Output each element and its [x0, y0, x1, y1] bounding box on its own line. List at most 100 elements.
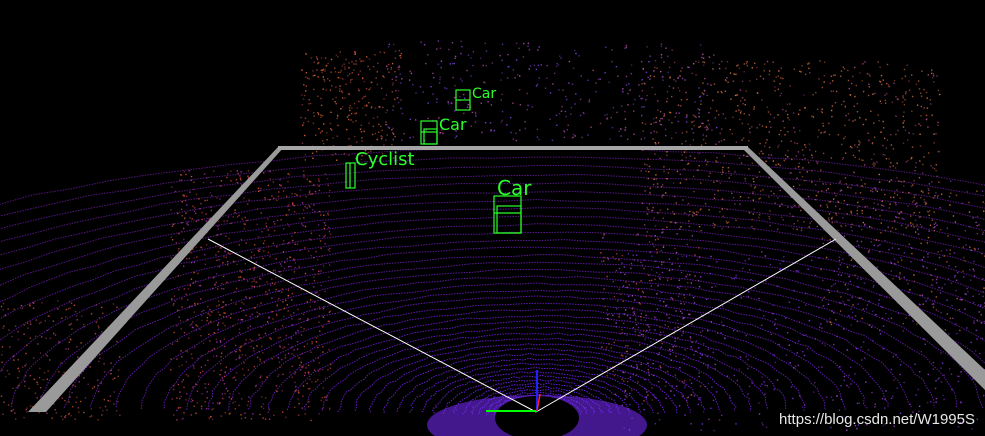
- lidar-point: [284, 354, 287, 356]
- lidar-point: [833, 192, 836, 194]
- lidar-point: [217, 250, 220, 253]
- lidar-point: [891, 227, 894, 229]
- lidar-point: [889, 203, 891, 205]
- lidar-point: [210, 206, 212, 208]
- lidar-point: [647, 362, 649, 364]
- lidar-point: [398, 49, 401, 52]
- lidar-point: [934, 222, 937, 224]
- lidar-point: [675, 112, 677, 114]
- detection-box-3[interactable]: [345, 162, 356, 189]
- lidar-point: [861, 80, 863, 82]
- lidar-point: [867, 132, 869, 134]
- lidar-point: [94, 333, 97, 335]
- lidar-point: [835, 205, 837, 207]
- lidar-point: [308, 205, 310, 207]
- lidar-point: [831, 310, 833, 312]
- lidar-point: [602, 237, 604, 239]
- lidar-point: [658, 273, 661, 276]
- lidar-point: [192, 205, 194, 207]
- lidar-point: [903, 111, 905, 113]
- lidar-point: [887, 318, 890, 320]
- lidar-scene[interactable]: [0, 0, 985, 436]
- lidar-point: [647, 158, 649, 160]
- lidar-point: [683, 297, 686, 299]
- lidar-point: [320, 284, 322, 287]
- lidar-point: [833, 270, 835, 272]
- lidar-point: [913, 199, 915, 202]
- lidar-point: [264, 199, 266, 201]
- lidar-point: [747, 123, 749, 125]
- lidar-point: [821, 190, 823, 192]
- lidar-point: [645, 314, 647, 317]
- lidar-point: [186, 195, 188, 198]
- lidar-point: [693, 302, 696, 304]
- lidar-point: [642, 130, 644, 132]
- lidar-point: [303, 313, 305, 315]
- lidar-point: [925, 300, 927, 302]
- lidar-point: [759, 197, 761, 199]
- lidar-point: [649, 55, 651, 57]
- lidar-point: [799, 171, 801, 174]
- lidar-point: [605, 348, 607, 350]
- lidar-point: [796, 228, 798, 231]
- lidar-point: [673, 394, 676, 397]
- lidar-point: [675, 202, 677, 204]
- lidar-point: [854, 119, 856, 121]
- lidar-point: [927, 236, 930, 239]
- lidar-point: [347, 92, 350, 95]
- detection-label-4: Car: [497, 176, 532, 200]
- lidar-point: [630, 64, 633, 66]
- lidar-point: [335, 86, 337, 88]
- lidar-point: [720, 332, 722, 334]
- lidar-point: [644, 319, 646, 322]
- lidar-point: [954, 276, 956, 278]
- lidar-point: [491, 62, 493, 64]
- scan-ring: [0, 146, 985, 205]
- lidar-point: [769, 224, 771, 227]
- lidar-point: [606, 309, 609, 311]
- lidar-point: [329, 80, 331, 82]
- lidar-point: [180, 174, 182, 176]
- lidar-point: [264, 197, 266, 199]
- lidar-point: [978, 293, 980, 295]
- lidar-point: [709, 272, 712, 275]
- lidar-point: [653, 394, 655, 396]
- lidar-point: [895, 228, 897, 230]
- lidar-point: [704, 126, 706, 129]
- lidar-point: [843, 328, 845, 330]
- lidar-point: [858, 150, 860, 152]
- lidar-point: [177, 250, 180, 252]
- detection-box-2[interactable]: [420, 120, 438, 145]
- lidar-point: [830, 285, 833, 288]
- lidar-point: [708, 265, 710, 267]
- lidar-point: [636, 234, 638, 237]
- point-cloud-viewer[interactable]: Car Car Cyclist Car https://blog.csdn.ne…: [0, 0, 985, 436]
- lidar-point: [871, 190, 874, 193]
- lidar-point: [291, 192, 293, 195]
- lidar-point: [863, 282, 866, 284]
- lidar-point: [677, 286, 679, 288]
- lidar-point: [934, 195, 936, 197]
- lidar-point: [912, 223, 914, 225]
- lidar-point: [792, 185, 795, 188]
- lidar-point: [436, 101, 438, 103]
- lidar-point: [666, 279, 669, 281]
- lidar-point: [3, 401, 5, 403]
- lidar-point: [698, 165, 700, 167]
- lidar-point: [885, 312, 887, 315]
- lidar-point: [893, 196, 895, 199]
- lidar-point: [184, 199, 187, 202]
- lidar-point: [940, 250, 943, 252]
- lidar-point: [238, 392, 240, 395]
- lidar-point: [197, 219, 199, 221]
- lidar-point: [206, 317, 209, 319]
- lidar-point: [684, 79, 686, 81]
- lidar-point: [756, 66, 758, 69]
- lidar-point: [911, 95, 914, 98]
- lidar-point: [655, 174, 657, 176]
- lidar-point: [400, 82, 402, 84]
- lidar-point: [659, 334, 661, 336]
- lidar-point: [640, 313, 643, 315]
- lidar-point: [247, 327, 249, 329]
- lidar-point: [280, 219, 282, 221]
